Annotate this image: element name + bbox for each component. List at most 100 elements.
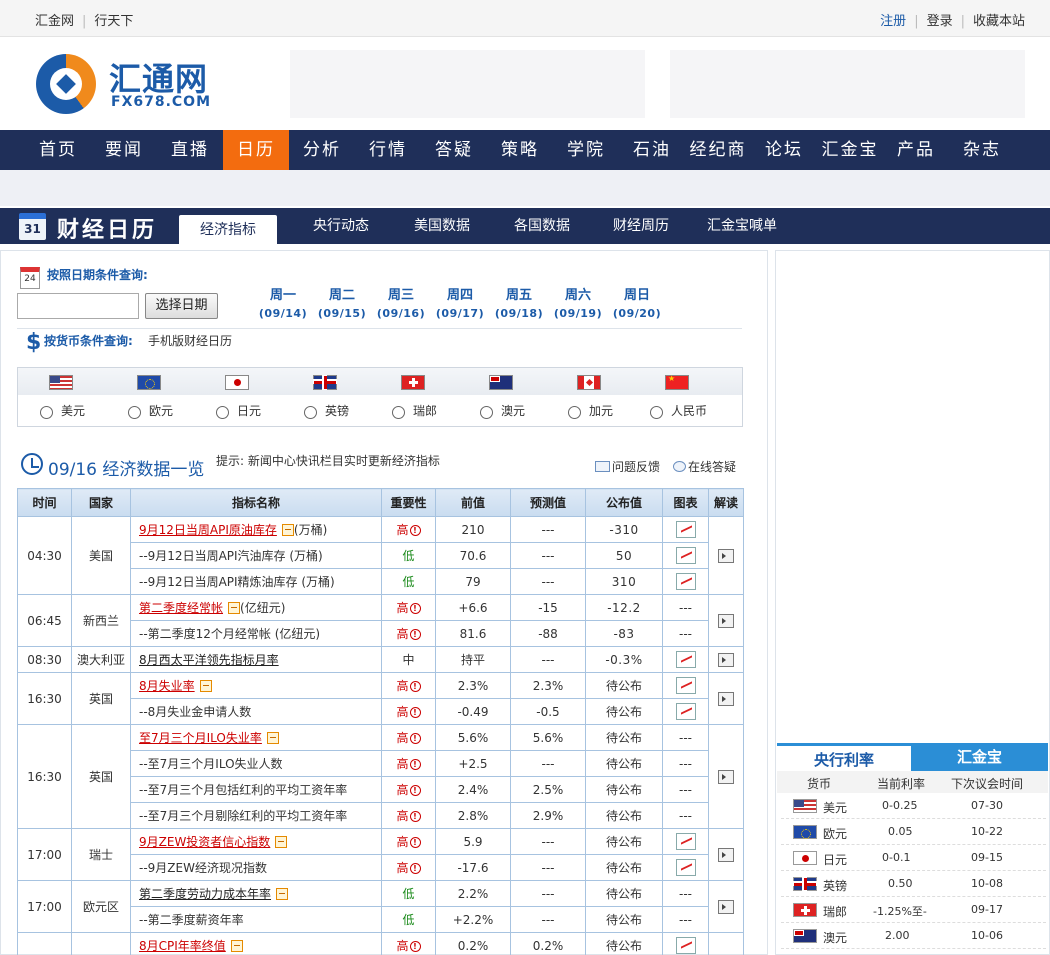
top-bar: 汇金网 | 行天下 注册 | 登录 | 收藏本站 [0, 0, 1050, 37]
collapse-icon[interactable] [228, 602, 241, 614]
site-logo[interactable]: 汇通网 FX678.COM [36, 52, 236, 116]
radio-aud[interactable] [480, 406, 493, 419]
chart-icon[interactable] [675, 833, 696, 850]
nav-academy[interactable]: 学院 [556, 130, 616, 170]
chart-icon[interactable] [675, 677, 696, 694]
indicator-link[interactable]: 至7月三个月ILO失业率 [139, 731, 262, 745]
indicator-link[interactable]: 8月失业率 [139, 679, 195, 693]
collapse-icon[interactable] [199, 680, 212, 692]
xingtianxia-link[interactable]: 行天下 [94, 14, 133, 29]
alert-icon: ! [409, 603, 421, 614]
ad-banner-2[interactable] [670, 50, 1025, 118]
tab-economic-indicators[interactable]: 经济指标 [179, 215, 277, 244]
select-date-button[interactable]: 选择日期 [145, 293, 218, 319]
collapse-icon[interactable] [276, 888, 289, 900]
nav-products[interactable]: 产品 [886, 130, 946, 170]
currency-query-label: 按货币条件查询: [44, 334, 133, 348]
chart-icon[interactable] [675, 573, 696, 590]
indicator-link[interactable]: 9月ZEW投资者信心指数 [139, 835, 270, 849]
weekday-sat[interactable]: 周六 (09/19) [553, 284, 603, 320]
nav-forum[interactable]: 论坛 [754, 130, 814, 170]
alert-icon: ! [409, 811, 421, 822]
nav-huijinbao[interactable]: 汇金宝 [818, 130, 882, 170]
jp-flag-icon [793, 851, 817, 865]
chart-icon[interactable] [675, 521, 696, 538]
date-calendar-icon: 24 [20, 267, 40, 289]
bookmark-link[interactable]: 收藏本站 [973, 14, 1025, 29]
interpret-icon[interactable] [718, 691, 734, 706]
nav-live[interactable]: 直播 [160, 130, 220, 170]
register-link[interactable]: 注册 [880, 14, 906, 29]
date-input[interactable] [17, 293, 139, 319]
tab-huijinbao-calls[interactable]: 汇金宝喊单 [707, 208, 777, 244]
indicator-link[interactable]: 9月12日当周API原油库存 [139, 523, 277, 537]
weekday-sun[interactable]: 周日 (09/20) [612, 284, 662, 320]
chart-icon[interactable] [675, 651, 696, 668]
chart-icon[interactable] [675, 547, 696, 564]
mobile-calendar-link[interactable]: 手机版财经日历 [148, 332, 232, 349]
eu-flag-icon [793, 825, 817, 839]
label-cny: 人民币 [671, 404, 708, 418]
nav-magazine[interactable]: 杂志 [952, 130, 1012, 170]
online-qa-link[interactable]: 在线答疑 [673, 458, 736, 475]
interpret-icon[interactable] [718, 613, 734, 628]
nav-calendar[interactable]: 日历 [223, 130, 289, 170]
nav-news[interactable]: 要闻 [94, 130, 154, 170]
tab-us-data[interactable]: 美国数据 [414, 208, 470, 244]
collapse-icon[interactable] [230, 940, 243, 952]
weekday-thu[interactable]: 周四 (09/17) [435, 284, 485, 320]
collapse-icon[interactable] [281, 524, 294, 536]
interpret-icon[interactable] [718, 652, 734, 667]
collapse-icon[interactable] [275, 836, 288, 848]
radio-usd[interactable] [40, 406, 53, 419]
feedback-link[interactable]: 问题反馈 [595, 458, 660, 475]
tab-central-bank[interactable]: 央行动态 [313, 208, 369, 244]
radio-jpy[interactable] [216, 406, 229, 419]
radio-cad[interactable] [568, 406, 581, 419]
nav-oil[interactable]: 石油 [622, 130, 682, 170]
interpret-icon[interactable] [718, 899, 734, 914]
economic-data-table: 时间 国家 指标名称 重要性 前值 预测值 公布值 图表 解读 04:30 美国 9月12日当周… [17, 488, 744, 955]
weekday-mon[interactable]: 周一 (09/14) [258, 284, 308, 320]
indicator-link[interactable]: 8月CPI年率终值 [139, 939, 226, 953]
chart-icon[interactable] [675, 703, 696, 720]
indicator-link[interactable]: 第二季度经常帐 [139, 601, 223, 615]
tab-huijinbao[interactable]: 汇金宝 [911, 743, 1048, 771]
chart-icon[interactable] [675, 937, 696, 954]
alert-icon: ! [409, 525, 421, 536]
ad-banner-1[interactable] [290, 50, 645, 118]
nav-brokers[interactable]: 经纪商 [686, 130, 750, 170]
interpret-icon[interactable] [718, 769, 734, 784]
alert-icon: ! [409, 837, 421, 848]
tab-central-bank-rates[interactable]: 央行利率 [777, 743, 911, 771]
collapse-icon[interactable] [266, 732, 279, 744]
mail-icon [595, 461, 610, 472]
weekday-tue[interactable]: 周二 (09/15) [317, 284, 367, 320]
weekday-fri[interactable]: 周五 (09/18) [494, 284, 544, 320]
radio-chf[interactable] [392, 406, 405, 419]
login-link[interactable]: 登录 [927, 14, 953, 29]
weekday-wed[interactable]: 周三 (09/16) [376, 284, 426, 320]
radio-gbp[interactable] [304, 406, 317, 419]
radio-cny[interactable] [650, 406, 663, 419]
nav-strategy[interactable]: 策略 [490, 130, 550, 170]
interpret-icon[interactable] [718, 548, 734, 563]
tab-weekly-calendar[interactable]: 财经周历 [613, 208, 669, 244]
indicator-link[interactable]: 第二季度劳动力成本年率 [139, 887, 271, 901]
rates-header: 货币 当前利率 下次议会时间 [777, 771, 1048, 793]
nav-qa[interactable]: 答疑 [424, 130, 484, 170]
radio-eur[interactable] [128, 406, 141, 419]
calendar-icon: 31 [19, 213, 46, 240]
tab-country-data[interactable]: 各国数据 [514, 208, 570, 244]
chart-icon[interactable] [675, 859, 696, 876]
alert-icon: ! [409, 629, 421, 640]
label-eur: 欧元 [149, 404, 174, 418]
gb-flag-icon [793, 877, 817, 891]
huijin-link[interactable]: 汇金网 [35, 14, 74, 29]
indicator-link[interactable]: 8月西太平洋领先指标月率 [139, 653, 279, 667]
nav-analysis[interactable]: 分析 [292, 130, 352, 170]
nav-quotes[interactable]: 行情 [358, 130, 418, 170]
nav-home[interactable]: 首页 [28, 130, 88, 170]
interpret-icon[interactable] [718, 847, 734, 862]
table-row: 17:00 欧元区 第二季度劳动力成本年率 低 2.2% --- 待公布 --- [17, 880, 744, 933]
